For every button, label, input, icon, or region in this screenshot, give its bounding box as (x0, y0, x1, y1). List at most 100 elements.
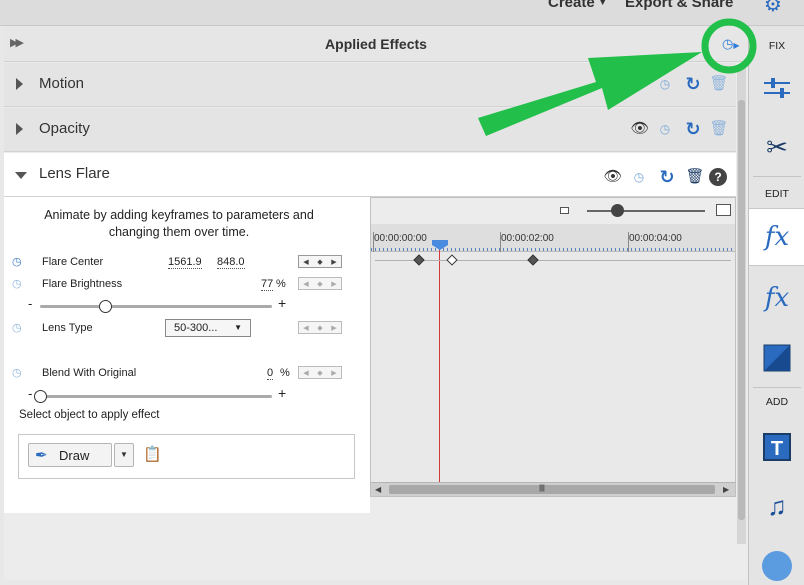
keyframe-nav[interactable]: ◀ ◆ ▶ (298, 366, 342, 379)
keyframe-nav[interactable]: ◀ ◆ ▶ (298, 277, 342, 290)
keyframe-marker[interactable] (413, 254, 425, 266)
scrollbar-thumb[interactable] (738, 100, 745, 520)
flare-center-y[interactable]: 848.0 (217, 256, 245, 269)
zoom-slider-knob[interactable] (610, 204, 624, 217)
keyframe-marker[interactable] (446, 254, 458, 266)
scrollbar-thumb[interactable]: |||||| (389, 485, 715, 494)
keyframe-nav[interactable]: ◀ ◆ ▶ (298, 321, 342, 334)
fx-icon: fx (764, 283, 790, 313)
draw-button[interactable]: ✒ Draw (28, 443, 112, 467)
draw-label: Draw (59, 448, 90, 463)
panel-title: Applied Effects (325, 36, 427, 52)
graphics-button[interactable] (749, 541, 804, 585)
stopwatch-icon[interactable]: ◷ (654, 118, 676, 140)
trash-icon[interactable]: 🗑 (708, 73, 730, 95)
eye-icon[interactable]: 👁 (626, 73, 648, 95)
transitions-button[interactable] (749, 332, 804, 382)
add-keyframe-icon[interactable]: ◆ (317, 280, 322, 288)
flare-brightness-slider[interactable]: - + (4, 295, 370, 314)
divider (753, 176, 801, 177)
expand-triangle-icon[interactable] (16, 123, 23, 135)
panel-vertical-scrollbar[interactable] (737, 64, 746, 544)
zoom-in-icon[interactable] (716, 204, 731, 216)
reset-icon[interactable]: ↻ (656, 166, 678, 188)
next-keyframe-icon[interactable]: ▶ (331, 258, 336, 266)
chevron-down-icon: ▼ (597, 0, 608, 8)
effect-row-lens-flare[interactable]: Lens Flare 👁 ◷ ↻ 🗑 ? (4, 153, 736, 197)
next-keyframe-icon[interactable]: ▶ (331, 280, 336, 288)
stopwatch-icon[interactable]: ◷ (12, 255, 22, 268)
prev-keyframe-icon[interactable]: ◀ (303, 280, 308, 288)
blend-value[interactable]: 0 (267, 367, 274, 380)
lens-type-select[interactable]: 50-300... ▼ (165, 319, 251, 337)
eye-icon[interactable]: 👁 (629, 118, 651, 140)
unit-label: % (280, 367, 290, 379)
slider-track[interactable] (40, 395, 272, 398)
trash-icon[interactable]: 🗑 (708, 118, 730, 140)
blend-slider[interactable]: - + (4, 385, 370, 404)
scroll-left-icon[interactable]: ◀ (375, 485, 381, 494)
tools-icon[interactable]: ✂ (749, 124, 804, 174)
keyframe-timeline[interactable]: 00:00:00:00 00:00:02:00 00:00:04:00 ◀ ||… (370, 197, 736, 497)
param-flare-brightness: ◷ Flare Brightness 77 % ◀ ◆ ▶ (4, 276, 370, 296)
stopwatch-icon[interactable]: ◷ (12, 366, 22, 379)
prev-keyframe-icon[interactable]: ◀ (303, 258, 308, 266)
ruler-label: 00:00:04:00 (629, 233, 682, 244)
timeline-scrollbar[interactable]: ◀ |||||| ▶ (371, 482, 735, 496)
music-button[interactable]: ♫ (749, 481, 804, 531)
scroll-right-icon[interactable]: ▶ (723, 485, 729, 494)
draw-dropdown-button[interactable]: ▼ (114, 443, 134, 467)
flare-center-x[interactable]: 1561.9 (168, 256, 202, 269)
gear-icon[interactable]: ⚙ (764, 0, 782, 17)
slider-knob[interactable] (98, 300, 112, 313)
smiley-icon (762, 551, 792, 581)
export-share-menu[interactable]: Export & Share (625, 0, 733, 11)
stopwatch-icon[interactable]: ◷ (12, 321, 22, 334)
help-icon[interactable]: ? (709, 168, 727, 186)
keyframe-nav[interactable]: ◀ ◆ ▶ (298, 255, 342, 268)
collapse-triangle-icon[interactable] (15, 172, 27, 179)
export-share-label: Export & Share (625, 0, 734, 11)
edit-section-label: EDIT (765, 188, 789, 200)
clipboard-icon[interactable]: 📋 (143, 445, 162, 463)
eye-icon[interactable]: 👁 (602, 166, 624, 188)
create-menu[interactable]: Create ▼ (548, 0, 608, 11)
zoom-out-icon[interactable] (560, 207, 569, 214)
reset-icon[interactable]: ↻ (682, 118, 704, 140)
keyframe-marker[interactable] (527, 254, 539, 266)
prev-keyframe-icon[interactable]: ◀ (303, 324, 308, 332)
add-keyframe-icon[interactable]: ◆ (317, 324, 322, 332)
slider-knob[interactable] (34, 390, 47, 403)
next-keyframe-icon[interactable]: ▶ (331, 369, 336, 377)
param-label: Lens Type (42, 322, 93, 334)
reset-icon[interactable]: ↻ (682, 73, 704, 95)
adjustments-icon[interactable] (749, 66, 804, 116)
stopwatch-icon[interactable]: ◷ (628, 166, 650, 188)
expand-triangle-icon[interactable] (16, 78, 23, 90)
effects-button[interactable]: fx (749, 274, 804, 324)
add-keyframe-icon[interactable]: ◆ (317, 369, 322, 377)
prev-keyframe-icon[interactable]: ◀ (303, 369, 308, 377)
stopwatch-icon[interactable]: ◷ (654, 73, 676, 95)
flare-brightness-value[interactable]: 77 (261, 278, 274, 291)
lens-type-value: 50-300... (174, 322, 218, 334)
applied-effects-button[interactable]: fx (749, 208, 804, 266)
stopwatch-icon[interactable]: ◷ (12, 277, 22, 290)
add-keyframe-icon[interactable]: ◆ (317, 258, 322, 266)
trash-icon[interactable]: 🗑 (684, 166, 706, 188)
titles-button[interactable]: T (749, 421, 804, 471)
slider-track[interactable] (40, 305, 272, 308)
divider (753, 387, 801, 388)
zoom-slider-track[interactable] (587, 210, 705, 212)
time-ruler[interactable]: 00:00:00:00 00:00:02:00 00:00:04:00 (371, 224, 735, 252)
effect-row-motion[interactable]: Motion 👁 ◷ ↻ 🗑 (4, 63, 736, 107)
keyframe-track (375, 260, 731, 261)
slider-minus: - (28, 386, 33, 401)
effect-row-opacity[interactable]: Opacity 👁 ◷ ↻ 🗑 (4, 108, 736, 152)
next-keyframe-icon[interactable]: ▶ (331, 324, 336, 332)
slider-minus: - (28, 296, 33, 311)
stopwatch-icon[interactable]: ◷▶ (722, 36, 740, 52)
ruler-scale (371, 248, 735, 251)
select-object-hint: Select object to apply effect (19, 409, 160, 421)
pen-icon: ✒ (35, 447, 48, 464)
